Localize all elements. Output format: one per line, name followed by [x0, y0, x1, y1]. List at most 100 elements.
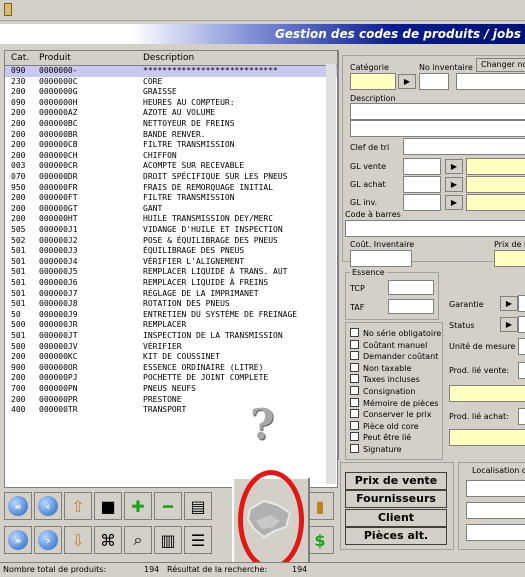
table-row[interactable]: 003 000000CR ACOMPTE SUR RECEVABLE: [5, 161, 337, 172]
gl-vente-lookup-button[interactable]: ▶: [445, 159, 463, 174]
column-header-description[interactable]: Description: [143, 53, 194, 63]
gl-vente-input[interactable]: [403, 158, 441, 175]
table-row[interactable]: 200 000000CB FILTRE TRANSMISSION: [5, 140, 337, 151]
price-button[interactable]: $: [306, 526, 334, 554]
move-up-button[interactable]: ⇧: [64, 492, 92, 520]
table-row[interactable]: 950 000000FR FRAIS DE REMORQUAGE INITIAL: [5, 183, 337, 194]
table-row[interactable]: 070 000000DR DROIT SPÉCIFIQUE SUR LES PNEU…: [5, 172, 337, 183]
checkbox-icon[interactable]: [350, 432, 359, 442]
unite-input[interactable]: [518, 338, 525, 355]
exit-button[interactable]: ▮: [306, 492, 334, 520]
table-row[interactable]: 200 000000HT HUILE TRANSMISSION DEY/MERC: [5, 214, 337, 225]
gl-achat-lookup-button[interactable]: ▶: [445, 177, 463, 192]
checkbox-icon[interactable]: [350, 397, 359, 407]
status-input[interactable]: [518, 316, 525, 333]
list-button[interactable]: ☰: [184, 526, 212, 554]
option-checkbox[interactable]: Pièce old core: [350, 420, 419, 431]
checkbox-icon[interactable]: [350, 362, 359, 372]
checkbox-icon[interactable]: [350, 374, 359, 384]
fournisseurs-button[interactable]: Fournisseurs: [345, 490, 447, 508]
search-button[interactable]: ⌕: [124, 526, 152, 554]
table-row[interactable]: 500 000000JV VÉRIFIER: [5, 342, 337, 353]
table-row[interactable]: 200 000000BC NETTOYEUR DE FREINS: [5, 119, 337, 130]
option-checkbox[interactable]: No série obligatoire: [350, 328, 441, 338]
column-header-cat[interactable]: Cat.: [11, 53, 29, 63]
grid-scrollbar[interactable]: [326, 64, 336, 484]
cout-inventaire-input[interactable]: [350, 250, 412, 267]
garantie-lookup-button[interactable]: ▶: [500, 296, 518, 311]
pieces-alt-button[interactable]: Pièces alt.: [345, 527, 447, 545]
column-header-produit[interactable]: Produit: [39, 53, 71, 63]
add-button[interactable]: ✚: [124, 492, 152, 520]
delete-button[interactable]: ━: [154, 492, 182, 520]
categorie-input[interactable]: [350, 73, 396, 90]
table-row[interactable]: 500 000000JR REMPLACER: [5, 320, 337, 331]
checkbox-icon[interactable]: [350, 409, 359, 419]
table-row[interactable]: 50 000000J9 ENTRETIEN DU SYSTÈME DE FREINA…: [5, 310, 337, 321]
option-checkbox[interactable]: Peut être lié: [350, 432, 411, 442]
tcp-input[interactable]: [388, 280, 434, 295]
prod-vente-input[interactable]: [518, 362, 525, 379]
product-grid[interactable]: Cat. Produit Description 090 0000000- ****…: [4, 50, 338, 488]
option-checkbox[interactable]: Demander coûtant: [350, 351, 438, 361]
table-row[interactable]: 700 000000PN PNEUS NEUFS: [5, 384, 337, 395]
table-row[interactable]: 200 000000PJ POCHETTE DE JOINT COMPLETE: [5, 373, 337, 384]
table-row[interactable]: 501 000000J8 ROTATION DES PNEUS: [5, 299, 337, 310]
code-barres-input[interactable]: [345, 220, 525, 237]
option-checkbox[interactable]: Coûtant manuel: [350, 339, 427, 350]
description-input-2[interactable]: [350, 120, 525, 137]
table-row[interactable]: 501 000000J4 VÉRIFIER L'ALIGNEMENT: [5, 257, 337, 268]
checkbox-icon[interactable]: [350, 339, 359, 349]
checkbox-icon[interactable]: [350, 420, 359, 430]
table-row[interactable]: 090 0000000- ****************************: [5, 66, 337, 77]
option-checkbox[interactable]: Non taxable: [350, 362, 411, 373]
option-checkbox[interactable]: Taxes incluses: [350, 374, 420, 384]
move-down-button[interactable]: ⇩: [64, 526, 92, 554]
prix-input[interactable]: [494, 250, 525, 267]
table-row[interactable]: 501 000000J3 ÉQUILIBRAGE DES PNEUS: [5, 246, 337, 257]
option-checkbox[interactable]: Conserver le prix: [350, 409, 431, 419]
status-lookup-button[interactable]: ▶: [500, 317, 518, 332]
table-row[interactable]: 501 000000J6 REMPLACER LIQUIDE À FREINS: [5, 278, 337, 289]
categorie-lookup-button[interactable]: ▶: [398, 74, 416, 89]
table-row[interactable]: 200 000000PR PRESTONE: [5, 395, 337, 406]
table-row[interactable]: 090 0000000H HEURES AU COMPTEUR:: [5, 98, 337, 109]
localisation-input-3[interactable]: [466, 524, 525, 541]
table-row[interactable]: 200 000000KC KIT DE COUSSINET: [5, 352, 337, 363]
table-row[interactable]: 900 000000OR ESSENCE ORDINAIRE (LITRE): [5, 363, 337, 374]
checkbox-icon[interactable]: [350, 351, 359, 361]
previous-record-button[interactable]: ‹: [34, 492, 62, 520]
attach-button[interactable]: ⌘: [94, 526, 122, 554]
localisation-input-2[interactable]: [466, 502, 525, 519]
checkbox-icon[interactable]: [350, 386, 359, 395]
save-button[interactable]: ▤: [184, 492, 212, 520]
first-record-button[interactable]: «: [4, 492, 32, 520]
table-row[interactable]: 400 000000TR TRANSPORT: [5, 405, 337, 416]
no-inventaire-input[interactable]: [419, 73, 449, 90]
briefcase-button[interactable]: ■: [94, 492, 122, 520]
table-row[interactable]: 200 0000000G GRAISSE: [5, 87, 337, 98]
gl-inv-lookup-button[interactable]: ▶: [445, 195, 463, 210]
localisation-input-1[interactable]: [466, 480, 525, 497]
table-row[interactable]: 200 000000AZ AZOTE AU VOLUME: [5, 108, 337, 119]
taf-input[interactable]: [388, 299, 434, 314]
option-checkbox[interactable]: Consignation: [350, 386, 415, 396]
option-checkbox[interactable]: Signature: [350, 444, 402, 454]
option-checkbox[interactable]: Mémoire de pièces: [350, 397, 439, 408]
gl-achat-input[interactable]: [403, 176, 441, 193]
description-input[interactable]: [350, 103, 525, 120]
prix-vente-button[interactable]: Prix de vente: [345, 472, 447, 490]
garantie-input[interactable]: [518, 295, 525, 312]
table-row[interactable]: 501 000000J7 RÉGLAGE DE LA IMPRIMANET: [5, 289, 337, 300]
last-record-button[interactable]: »: [4, 526, 32, 554]
table-row[interactable]: 501 000000JT INSPECTION DE LA TRANSMISSION: [5, 331, 337, 342]
table-row[interactable]: 502 000000J2 POSE & ÉQUILIBRAGE DES PNEUS: [5, 236, 337, 247]
no-inventaire-extra-input[interactable]: [456, 73, 525, 90]
clef-tri-input[interactable]: [403, 138, 525, 155]
table-row[interactable]: 230 0000000C CORE: [5, 77, 337, 88]
next-record-button[interactable]: ›: [34, 526, 62, 554]
checkbox-icon[interactable]: [350, 444, 359, 453]
table-row[interactable]: 501 000000J5 REMPLACER LIQUIDE À TRANS. AU…: [5, 267, 337, 278]
checkbox-icon[interactable]: [350, 328, 359, 337]
changer-no-button[interactable]: Changer no: [476, 58, 525, 72]
